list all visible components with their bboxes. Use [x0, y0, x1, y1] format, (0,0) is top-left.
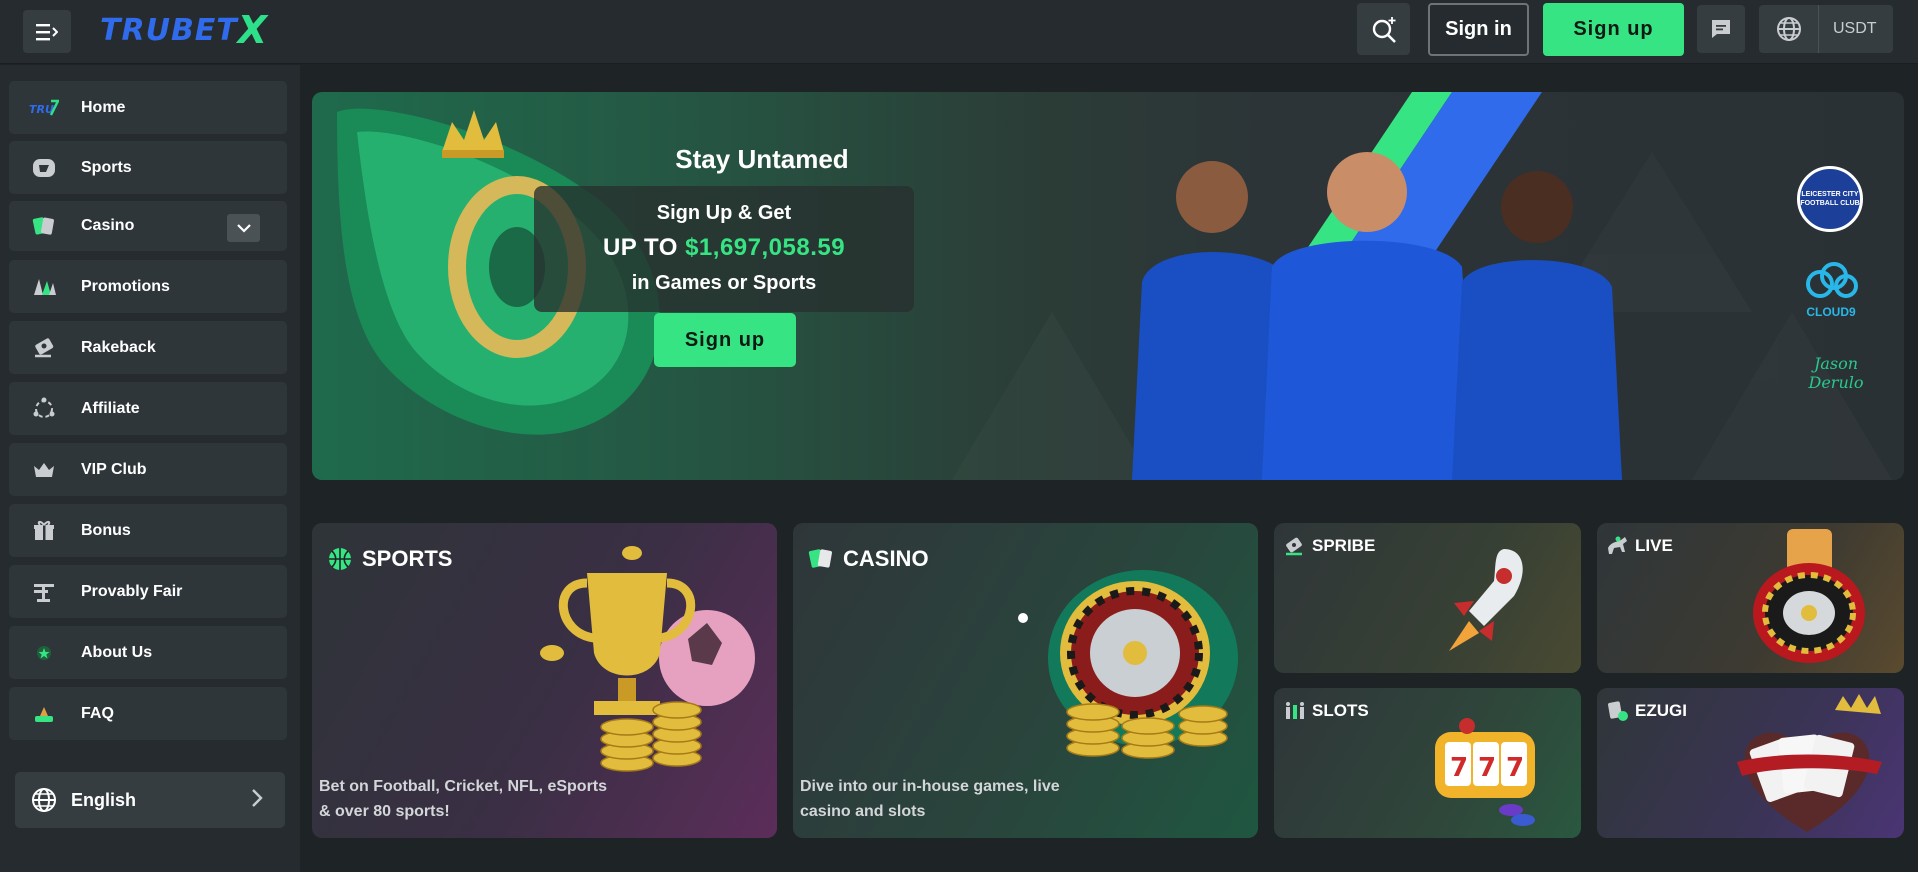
sidebar-item-faq[interactable]: FAQ: [9, 687, 287, 740]
hero-banner[interactable]: Stay Untamed Sign Up & Get UP TO $1,697,…: [312, 92, 1904, 480]
rakeback-icon: [29, 336, 59, 360]
leicester-city-badge: LEICESTER CITY FOOTBALL CLUB: [1797, 166, 1863, 232]
hero-title: Stay Untamed: [675, 144, 849, 174]
promotions-icon: [29, 275, 59, 299]
category-card-sports[interactable]: SPORTS Bet on Football, Cricket, NFL, eS…: [312, 523, 777, 838]
hamburger-icon: [36, 23, 58, 40]
offer-amount: $1,697,058.59: [685, 234, 846, 261]
offer-line-3: in Games or Sports: [631, 272, 817, 294]
category-card-casino[interactable]: CASINO Dive into our in-house games, liv…: [793, 523, 1258, 838]
globe-icon: [1776, 17, 1801, 41]
chat-button[interactable]: [1697, 5, 1745, 53]
crown-icon: [29, 458, 59, 482]
casino-description-line-1: Dive into our in-house games, live: [800, 778, 1060, 795]
sidebar-item-casino[interactable]: Casino: [9, 201, 287, 251]
hero-sign-up-button[interactable]: Sign up: [654, 313, 796, 367]
faq-icon: [29, 702, 59, 726]
sidebar-item-bonus[interactable]: Bonus: [9, 504, 287, 557]
chevron-down-icon: [236, 224, 251, 233]
affiliate-icon: [29, 397, 59, 421]
sports-icon: [29, 156, 59, 180]
category-card-ezugi[interactable]: EZUGI: [1597, 688, 1904, 838]
offer-line-2: UP TO $1,697,058.59: [602, 234, 846, 261]
svg-text:7: 7: [1450, 753, 1468, 783]
search-icon: [1372, 17, 1396, 43]
slot-machine-illustration: 7 7 7: [1435, 718, 1535, 826]
offer-line-1: Sign Up & Get: [656, 202, 792, 224]
cloud-icon: [1806, 262, 1858, 298]
cloud9-logo: CLOUD9: [1796, 262, 1866, 319]
sign-in-button[interactable]: Sign in: [1428, 3, 1529, 56]
roulette-illustration: [1018, 570, 1238, 759]
casino-expand-button[interactable]: [227, 214, 260, 242]
sports-description-line-1: Bet on Football, Cricket, NFL, eSports: [319, 778, 608, 795]
casino-cards-icon: [29, 214, 59, 238]
slots-icon: [1282, 698, 1308, 724]
search-button[interactable]: [1357, 3, 1410, 55]
language-selector[interactable]: English: [15, 772, 285, 828]
casino-description-line-2: casino and slots: [800, 803, 926, 820]
home-logo-icon: TRU: [29, 96, 59, 120]
category-card-live[interactable]: LIVE: [1597, 523, 1904, 673]
svg-text:7: 7: [1478, 753, 1496, 783]
roulette-wheel-illustration: [1753, 529, 1865, 663]
chevron-right-icon: [252, 789, 263, 807]
brand-logo[interactable]: TRU BET X: [100, 8, 268, 52]
rocket-illustration: [1449, 549, 1523, 651]
scale-icon: [29, 580, 59, 604]
currency-label: USDT: [1833, 20, 1877, 37]
basketball-icon: [326, 545, 354, 573]
sidebar-item-vip-club[interactable]: VIP Club: [9, 443, 287, 496]
jason-derulo-signature: Jason Derulo: [1808, 354, 1864, 392]
casino-cards-icon: [807, 545, 835, 573]
sidebar-item-promotions[interactable]: Promotions: [9, 260, 287, 313]
language-label: English: [71, 789, 137, 810]
sidebar: TRU Home Sports Casino Promotions Rakeba…: [0, 65, 300, 872]
globe-icon: [32, 788, 56, 812]
sidebar-item-about-us[interactable]: About Us: [9, 626, 287, 679]
sidebar-item-sports[interactable]: Sports: [9, 141, 287, 194]
gift-icon: [29, 519, 59, 543]
sidebar-item-rakeback[interactable]: Rakeback: [9, 321, 287, 374]
spribe-icon: [1282, 533, 1308, 559]
cards-heart-illustration: [1737, 694, 1882, 832]
category-card-slots[interactable]: SLOTS 7 7 7: [1274, 688, 1581, 838]
sidebar-item-affiliate[interactable]: Affiliate: [9, 382, 287, 435]
about-icon: [29, 641, 59, 665]
ezugi-icon: [1605, 698, 1631, 724]
svg-text:7: 7: [1506, 753, 1524, 783]
currency-selector[interactable]: USDT: [1759, 5, 1893, 53]
sign-up-button[interactable]: Sign up: [1543, 3, 1684, 56]
category-card-spribe[interactable]: SPRIBE: [1274, 523, 1581, 673]
horse-racing-icon: [1605, 533, 1631, 559]
trophy-illustration: [540, 546, 755, 772]
sidebar-item-home[interactable]: TRU Home: [9, 81, 287, 134]
chat-icon: [1712, 20, 1730, 38]
sidebar-item-provably-fair[interactable]: Provably Fair: [9, 565, 287, 618]
sports-description-line-2: & over 80 sports!: [319, 803, 450, 820]
menu-toggle-button[interactable]: [23, 10, 71, 53]
top-bar: TRU BET X Sign in Sign up USDT: [0, 0, 1918, 64]
